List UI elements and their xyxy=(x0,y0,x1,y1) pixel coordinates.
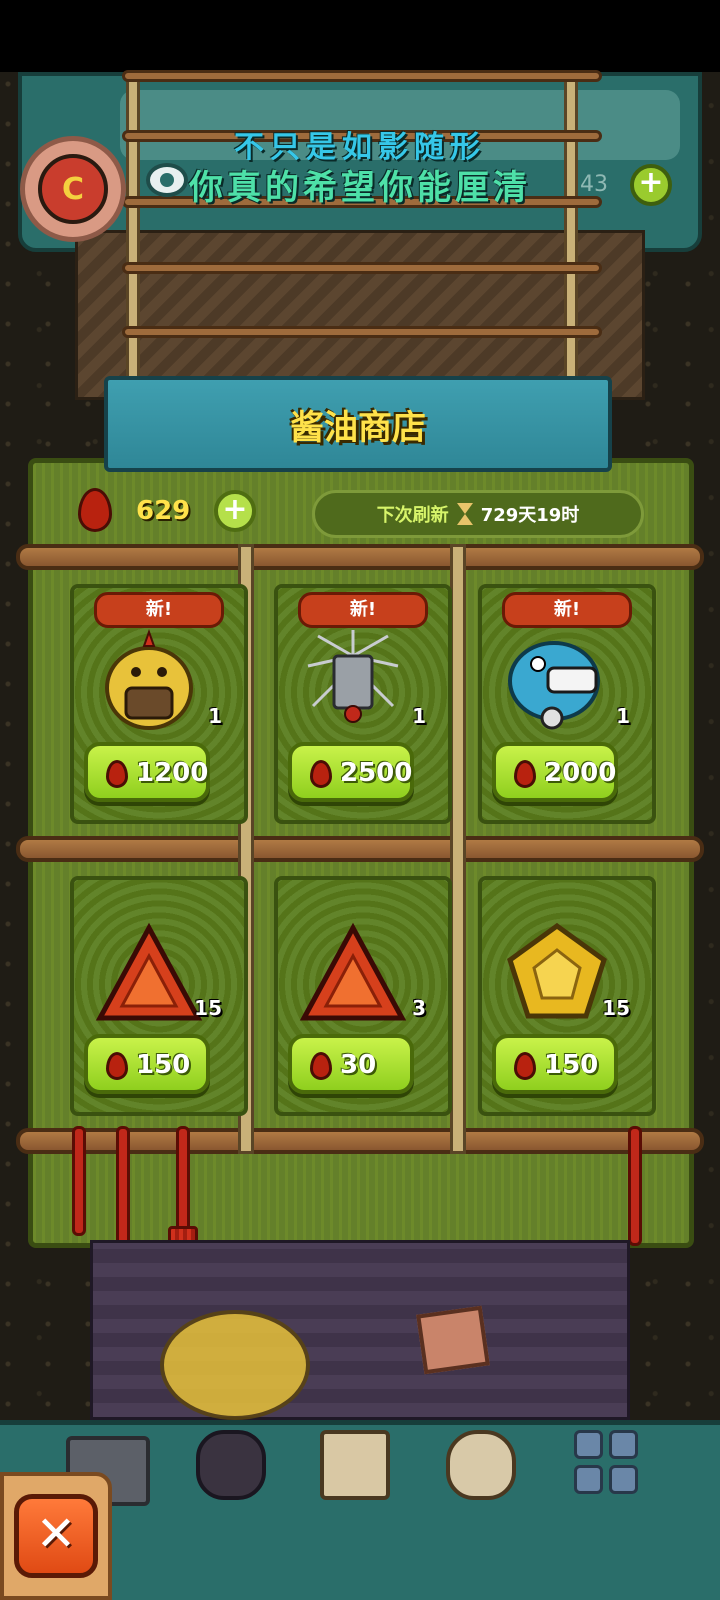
yellow-chick-character xyxy=(160,1310,310,1420)
ladder-rail-right xyxy=(564,72,578,392)
wooden-beam xyxy=(16,836,704,862)
shop-title: 酱油商店 xyxy=(290,408,426,448)
shop-item-slot[interactable]: 新! 1 1200 xyxy=(70,584,248,824)
new-tag: 新! xyxy=(298,592,428,628)
refresh-timer: 下次刷新 729天19时 xyxy=(312,490,644,538)
price-label: 1200 xyxy=(136,758,209,788)
creature-icon[interactable] xyxy=(196,1430,266,1500)
wooden-beam xyxy=(16,544,704,570)
soy-sauce-drop-icon xyxy=(310,760,332,788)
shop-item-slot[interactable]: 15 150 xyxy=(70,876,248,1116)
soy-sauce-drop-icon xyxy=(310,1052,332,1080)
price-label: 30 xyxy=(340,1050,377,1080)
price-label: 150 xyxy=(544,1050,599,1080)
item-quantity: 15 xyxy=(194,996,222,1020)
soy-sauce-drop-icon xyxy=(106,760,128,788)
grid-cell xyxy=(609,1465,638,1494)
item-quantity: 1 xyxy=(412,704,426,728)
soy-sauce-drop-icon xyxy=(514,1052,536,1080)
grid-cell xyxy=(574,1430,603,1459)
ladder-rung xyxy=(122,70,602,82)
prohibited-sign xyxy=(416,1305,490,1375)
gold-pentagon-gem-icon xyxy=(507,922,607,1019)
add-currency-button[interactable]: + xyxy=(214,490,256,532)
red-triangle-gem-icon xyxy=(95,922,203,1021)
new-tag: 新! xyxy=(502,592,632,628)
hourglass-icon xyxy=(456,503,473,525)
item-quantity: 1 xyxy=(208,704,222,728)
buy-button[interactable]: 150 xyxy=(492,1034,618,1094)
tassel xyxy=(628,1126,642,1246)
soy-sauce-drop-icon xyxy=(514,760,536,788)
price-label: 2000 xyxy=(544,758,617,788)
status-bar xyxy=(0,0,720,72)
buy-button[interactable]: 2500 xyxy=(288,742,414,802)
ladder-rail-left xyxy=(126,72,140,392)
buy-button[interactable]: 2000 xyxy=(492,742,618,802)
grid-cell xyxy=(574,1465,603,1494)
item-quantity: 1 xyxy=(616,704,630,728)
close-button[interactable]: ✕ xyxy=(14,1494,98,1578)
item-quantity: 15 xyxy=(602,996,630,1020)
shop-item-slot[interactable]: 3 30 xyxy=(274,876,452,1116)
currency-amount: 629 xyxy=(136,496,191,526)
shop-item-slot[interactable]: 15 150 xyxy=(478,876,656,1116)
price-label: 150 xyxy=(136,1050,191,1080)
book-icon[interactable] xyxy=(320,1430,390,1500)
shop-item-slot[interactable]: 新! 1 2500 xyxy=(274,584,452,824)
red-triangle-gem-icon xyxy=(299,922,407,1021)
story-banner-line-2: 你真的希望你能厘清 xyxy=(189,168,531,208)
soy-sauce-drop-icon xyxy=(78,488,112,532)
grid-cell xyxy=(609,1430,638,1459)
coin-bag-icon[interactable] xyxy=(446,1430,516,1500)
refresh-label: 下次刷新 xyxy=(376,505,449,526)
buy-button[interactable]: 1200 xyxy=(84,742,210,802)
item-quantity: 3 xyxy=(412,996,426,1020)
spiky-ghost-monster-icon xyxy=(307,630,399,723)
shop-item-slot[interactable]: 新! 1 2000 xyxy=(478,584,656,824)
ladder-rung xyxy=(122,262,602,274)
wooden-post xyxy=(450,544,466,1154)
soy-sauce-currency: 629 + xyxy=(64,482,264,542)
refresh-time: 729天19时 xyxy=(480,505,580,526)
yellow-chick-monster-icon xyxy=(105,629,193,730)
ladder-rung xyxy=(122,326,602,338)
new-tag: 新! xyxy=(94,592,224,628)
buy-button[interactable]: 30 xyxy=(288,1034,414,1094)
price-label: 2500 xyxy=(340,758,413,788)
tassel xyxy=(72,1126,86,1236)
grid-menu-icon[interactable] xyxy=(574,1430,638,1494)
buy-button[interactable]: 150 xyxy=(84,1034,210,1094)
upper-room xyxy=(75,230,645,400)
blue-fish-monster-icon xyxy=(508,641,600,730)
soy-sauce-drop-icon xyxy=(106,1052,128,1080)
